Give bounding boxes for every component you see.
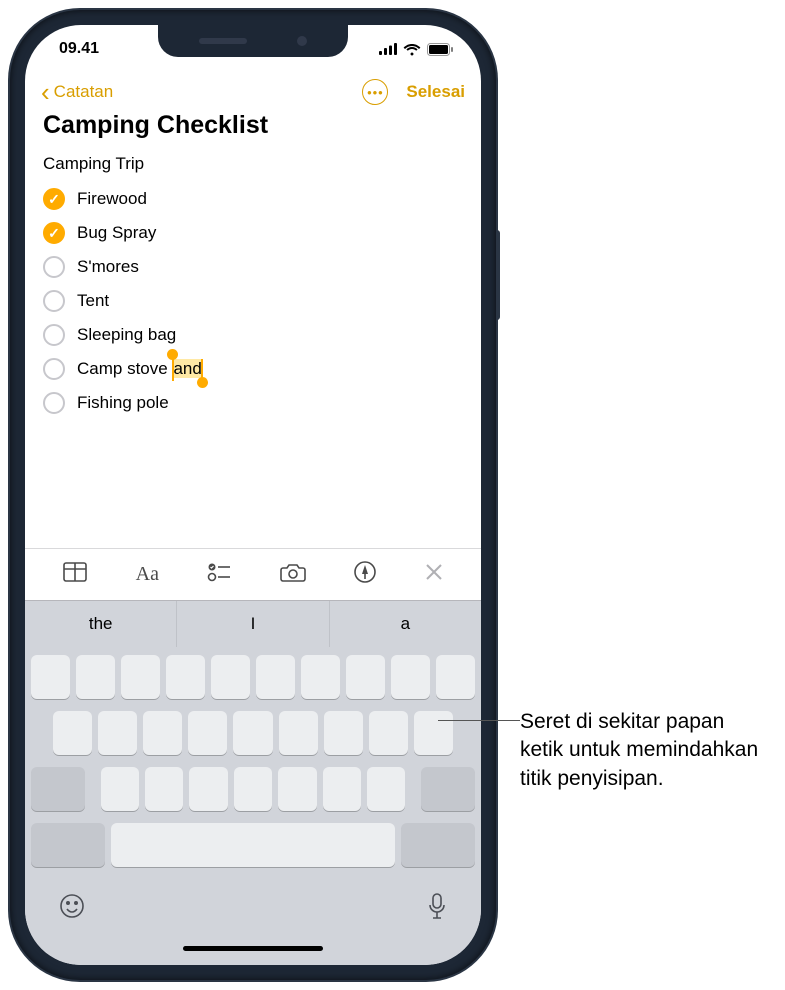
key-blank[interactable]	[301, 655, 340, 699]
emoji-icon[interactable]	[59, 893, 85, 926]
key-blank[interactable]	[234, 767, 272, 811]
checklist-item[interactable]: Tent	[43, 284, 463, 318]
key-blank[interactable]	[278, 767, 316, 811]
key-blank[interactable]	[391, 655, 430, 699]
checkbox-icon[interactable]	[43, 222, 65, 244]
suggestion[interactable]: a	[330, 601, 481, 647]
wifi-icon	[403, 43, 421, 56]
note-title[interactable]: Camping Checklist	[25, 109, 481, 150]
checklist-label[interactable]: Tent	[77, 291, 109, 311]
checklist-item[interactable]: Bug Spray	[43, 216, 463, 250]
checklist-label[interactable]: S'mores	[77, 257, 139, 277]
suggestion[interactable]: I	[177, 601, 329, 647]
selection-handle-end-icon[interactable]	[197, 377, 208, 388]
key-space[interactable]	[111, 823, 395, 867]
key-numbers[interactable]	[31, 823, 105, 867]
checklist-item[interactable]: Firewood	[43, 182, 463, 216]
key-blank[interactable]	[145, 767, 183, 811]
key-blank[interactable]	[414, 711, 453, 755]
key-blank[interactable]	[369, 711, 408, 755]
predictive-bar: the I a	[25, 601, 481, 647]
table-icon[interactable]	[63, 562, 87, 587]
camera-icon[interactable]	[280, 562, 306, 587]
key-shift[interactable]	[31, 767, 85, 811]
key-blank[interactable]	[256, 655, 295, 699]
checkbox-icon[interactable]	[43, 290, 65, 312]
checkbox-icon[interactable]	[43, 392, 65, 414]
key-blank[interactable]	[233, 711, 272, 755]
key-blank[interactable]	[188, 711, 227, 755]
checklist-label[interactable]: Sleeping bag	[77, 325, 176, 345]
screen: 09.41 ‹ Catatan ••• Selesai Camping Chec…	[25, 25, 481, 965]
key-blank[interactable]	[189, 767, 227, 811]
checklist-label[interactable]: Camp stove and	[77, 359, 203, 379]
checklist-item[interactable]: Fishing pole	[43, 386, 463, 420]
key-blank[interactable]	[31, 655, 70, 699]
cellular-icon	[379, 43, 397, 55]
checkbox-icon[interactable]	[43, 324, 65, 346]
more-button[interactable]: •••	[362, 79, 388, 105]
checkbox-icon[interactable]	[43, 256, 65, 278]
close-icon[interactable]	[425, 563, 443, 586]
callout-text: Seret di sekitar papan ketik untuk memin…	[520, 708, 770, 793]
status-right	[379, 43, 453, 56]
key-blank[interactable]	[367, 767, 405, 811]
text-selection[interactable]: and	[172, 359, 202, 378]
back-button[interactable]: ‹ Catatan	[41, 79, 113, 105]
checklist-icon[interactable]	[207, 562, 231, 587]
checklist-item[interactable]: S'mores	[43, 250, 463, 284]
checklist-label[interactable]: Fishing pole	[77, 393, 169, 413]
note-body[interactable]: Camping Trip Firewood Bug Spray S'mores …	[25, 150, 481, 548]
key-blank[interactable]	[279, 711, 318, 755]
format-toolbar: Aa	[25, 548, 481, 601]
ellipsis-icon: •••	[367, 85, 384, 100]
keyboard-trackpad[interactable]	[25, 647, 481, 965]
home-indicator[interactable]	[183, 946, 323, 951]
dictation-icon[interactable]	[427, 893, 447, 926]
phone-frame: 09.41 ‹ Catatan ••• Selesai Camping Chec…	[10, 10, 496, 980]
key-delete[interactable]	[421, 767, 475, 811]
key-blank[interactable]	[436, 655, 475, 699]
key-blank[interactable]	[324, 711, 363, 755]
key-blank[interactable]	[101, 767, 139, 811]
key-blank[interactable]	[121, 655, 160, 699]
done-button[interactable]: Selesai	[406, 82, 465, 102]
checkbox-icon[interactable]	[43, 358, 65, 380]
checklist-label[interactable]: Bug Spray	[77, 223, 156, 243]
checklist-item[interactable]: Sleeping bag	[43, 318, 463, 352]
checklist-label[interactable]: Firewood	[77, 189, 147, 209]
key-blank[interactable]	[323, 767, 361, 811]
notch	[158, 25, 348, 57]
checkbox-icon[interactable]	[43, 188, 65, 210]
key-blank[interactable]	[98, 711, 137, 755]
key-return[interactable]	[401, 823, 475, 867]
battery-icon	[427, 43, 453, 56]
suggestion[interactable]: the	[25, 601, 177, 647]
key-blank[interactable]	[166, 655, 205, 699]
status-time: 09.41	[59, 40, 99, 58]
key-blank[interactable]	[211, 655, 250, 699]
note-subheading[interactable]: Camping Trip	[43, 154, 463, 174]
checklist-item[interactable]: Camp stove and	[43, 352, 463, 386]
key-blank[interactable]	[346, 655, 385, 699]
chevron-left-icon: ‹	[41, 79, 50, 105]
key-blank[interactable]	[76, 655, 115, 699]
back-label: Catatan	[54, 82, 114, 102]
nav-bar: ‹ Catatan ••• Selesai	[25, 73, 481, 109]
callout-leader	[438, 720, 520, 721]
text-format-icon[interactable]: Aa	[136, 563, 159, 586]
markup-icon[interactable]	[354, 561, 376, 588]
key-blank[interactable]	[143, 711, 182, 755]
key-blank[interactable]	[53, 711, 92, 755]
